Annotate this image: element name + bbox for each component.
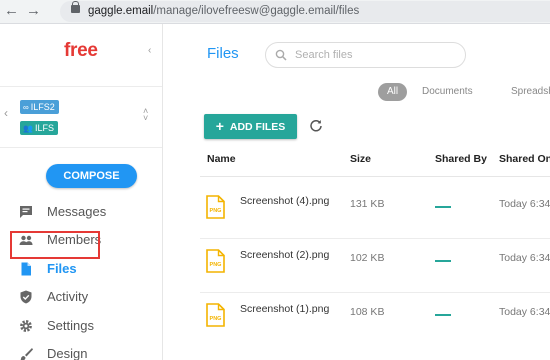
account-badge-ilfs[interactable]: 👥 ILFS	[20, 121, 58, 135]
link-icon: ∞	[23, 103, 29, 112]
search-input[interactable]: Search files	[265, 42, 466, 68]
add-files-label: ADD FILES	[229, 121, 286, 133]
app-logo[interactable]: free	[64, 40, 98, 62]
shared-by-placeholder	[435, 206, 451, 208]
sidebar-item-design[interactable]: Design	[0, 340, 162, 360]
column-header-name[interactable]: Name	[207, 153, 236, 165]
search-icon	[275, 49, 287, 61]
sidebar-item-label: Settings	[47, 318, 94, 333]
column-header-shared-by[interactable]: Shared By	[435, 153, 487, 165]
shared-on: Today 6:34	[499, 198, 550, 210]
file-name[interactable]: Screenshot (4).png	[240, 195, 329, 207]
sidebar-item-label: Activity	[47, 289, 89, 304]
png-file-icon: PNG	[206, 195, 225, 219]
add-files-button[interactable]: + ADD FILES	[204, 114, 297, 139]
file-type-label: PNG	[210, 208, 222, 214]
file-size: 108 KB	[350, 306, 385, 318]
gear-icon	[20, 320, 32, 332]
file-name[interactable]: Screenshot (1).png	[240, 303, 329, 315]
url-host: gaggle.email	[88, 5, 154, 17]
url-path: /manage/ilovefreesw@gaggle.email/files	[153, 5, 360, 17]
lock-icon	[71, 1, 80, 13]
arrow-left-icon[interactable]: ←	[4, 2, 19, 19]
divider	[0, 147, 162, 148]
png-file-icon: PNG	[206, 249, 225, 273]
sidebar-item-messages[interactable]: Messages	[0, 198, 162, 226]
file-size: 131 KB	[350, 198, 385, 210]
column-header-size[interactable]: Size	[350, 153, 371, 165]
account-badge-label: ILFS2	[30, 102, 55, 112]
account-badge-label: ILFS	[34, 123, 54, 133]
refresh-icon[interactable]	[309, 119, 323, 133]
compose-button[interactable]: COMPOSE	[46, 164, 137, 188]
message-icon	[20, 206, 32, 218]
chevron-left-icon[interactable]: ‹	[4, 106, 8, 120]
divider	[200, 176, 550, 177]
account-switch-icon[interactable]: ˄ ˅	[143, 107, 148, 123]
page-title: Files	[207, 45, 239, 62]
collapse-sidebar-icon[interactable]: ‹	[148, 45, 151, 56]
brush-icon	[20, 348, 33, 360]
highlight-annotation	[10, 231, 100, 259]
column-header-shared-on[interactable]: Shared On	[499, 153, 550, 165]
file-type-label: PNG	[210, 262, 222, 268]
sidebar-item-files[interactable]: Files	[0, 255, 162, 283]
arrow-right-icon[interactable]: →	[26, 2, 41, 19]
shared-on: Today 6:34	[499, 252, 550, 264]
url-text[interactable]: gaggle.email/manage/ilovefreesw@gaggle.e…	[88, 5, 359, 17]
main-panel: Files Search files All Documents Spreads…	[163, 24, 550, 360]
shared-by-placeholder	[435, 260, 451, 262]
file-name[interactable]: Screenshot (2).png	[240, 249, 329, 261]
filter-spreadsheets[interactable]: Spreadsheets	[511, 83, 550, 101]
file-type-label: PNG	[210, 316, 222, 322]
file-icon	[21, 262, 31, 276]
file-size: 102 KB	[350, 252, 385, 264]
table-row[interactable]: PNG Screenshot (2).png 102 KB Today 6:34	[200, 239, 550, 293]
sidebar-item-label: Messages	[47, 204, 107, 219]
sidebar-item-label: Design	[47, 346, 88, 360]
search-placeholder: Search files	[295, 49, 353, 61]
shared-by-placeholder	[435, 314, 451, 316]
sidebar-item-settings[interactable]: Settings	[0, 312, 162, 340]
filter-documents[interactable]: Documents	[422, 83, 473, 101]
group-icon: 👥	[23, 124, 33, 133]
divider	[0, 86, 162, 87]
shared-on: Today 6:34	[499, 306, 550, 318]
shield-icon	[20, 290, 32, 304]
sidebar: free ‹ ‹ ∞ ILFS2 👥 ILFS ˄ ˅ COMPOSE Message…	[0, 24, 163, 360]
table-row[interactable]: PNG Screenshot (1).png 108 KB Today 6:34	[200, 293, 550, 347]
sidebar-item-activity[interactable]: Activity	[0, 283, 162, 311]
png-file-icon: PNG	[206, 303, 225, 327]
sidebar-item-label: Files	[47, 261, 77, 276]
filter-all[interactable]: All	[378, 83, 407, 101]
table-row[interactable]: PNG Screenshot (4).png 131 KB Today 6:34	[200, 185, 550, 239]
browser-address-bar: ← → gaggle.email/manage/ilovefreesw@gagg…	[0, 0, 550, 24]
plus-icon: +	[215, 118, 224, 134]
account-badge-ilfs2[interactable]: ∞ ILFS2	[20, 100, 59, 114]
